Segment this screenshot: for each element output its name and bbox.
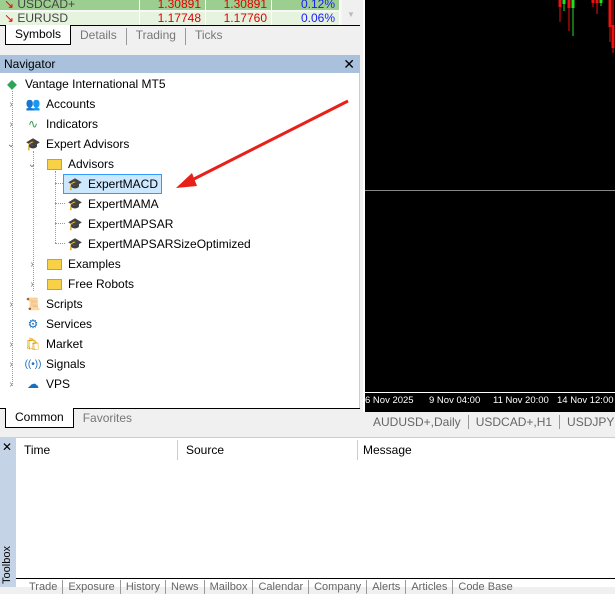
tab-history[interactable]: History (121, 580, 167, 594)
candle-body (571, 0, 575, 8)
chart-tabs: AUDUSD+,Daily USDCAD+,H1 USDJPY (366, 415, 615, 429)
column-source[interactable]: Source (178, 440, 358, 460)
column-time[interactable]: Time (16, 440, 178, 460)
tab-chart-audusd[interactable]: AUDUSD+,Daily (366, 415, 469, 429)
navigator-tabs: Common Favorites (5, 408, 141, 428)
time-axis (365, 392, 615, 393)
tab-articles[interactable]: Articles (406, 580, 454, 594)
tab-trade[interactable]: Trade (24, 580, 64, 594)
chart-divider[interactable] (365, 190, 615, 191)
candle-body (608, 0, 612, 27)
tab-alerts[interactable]: Alerts (367, 580, 407, 594)
tab-code-base[interactable]: Code Base (453, 580, 517, 594)
close-icon[interactable]: ✕ (2, 440, 12, 454)
candle-body (591, 0, 595, 3)
tab-chart-usdjpy[interactable]: USDJPY (560, 415, 615, 429)
tab-common[interactable]: Common (5, 408, 74, 428)
candle-body (558, 0, 562, 7)
time-label: 11 Nov 20:00 (493, 395, 549, 406)
toolbox-tabs: Trade Exposure History News Mailbox Calendar C… (24, 580, 518, 594)
tab-calendar[interactable]: Calendar (253, 580, 310, 594)
candle-body (567, 0, 571, 8)
tab-company[interactable]: Company (309, 580, 368, 594)
time-label: 6 Nov 2025 (365, 395, 414, 406)
candlestick-chart (558, 0, 615, 53)
tab-mailbox[interactable]: Mailbox (205, 580, 254, 594)
tab-news[interactable]: News (166, 580, 205, 594)
toolbox-label: Toolbox (0, 546, 13, 584)
time-label: 14 Nov 12:00 (557, 395, 614, 406)
tab-chart-usdcad[interactable]: USDCAD+,H1 (469, 415, 561, 429)
toolbox-sidebar: ✕ Toolbox (0, 437, 16, 587)
tab-favorites[interactable]: Favorites (74, 411, 141, 428)
candle-body (599, 0, 603, 3)
column-message[interactable]: Message (358, 440, 615, 460)
chart-area[interactable]: 6 Nov 2025 9 Nov 04:00 11 Nov 20:00 14 N… (363, 0, 615, 412)
tab-exposure[interactable]: Exposure (63, 580, 121, 594)
time-label: 9 Nov 04:00 (429, 395, 481, 406)
candle-body (611, 25, 615, 48)
candle-body (595, 0, 599, 3)
candle-body (562, 0, 566, 4)
